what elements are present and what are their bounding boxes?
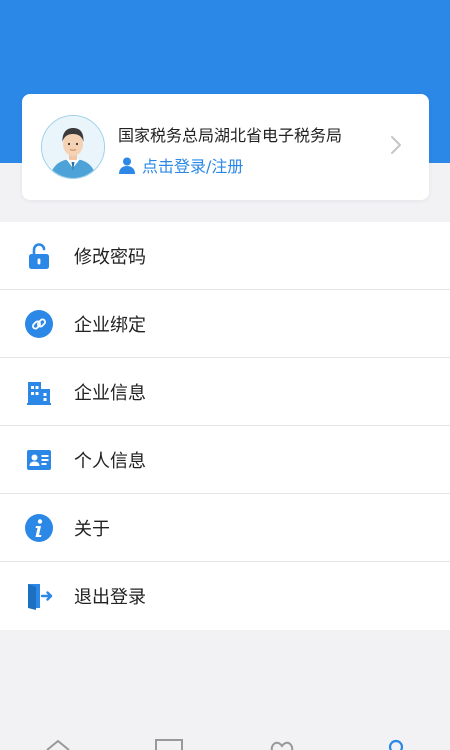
chevron-right-icon — [391, 136, 401, 154]
logout-icon — [24, 581, 54, 611]
link-icon — [24, 309, 54, 339]
info-icon — [24, 513, 54, 543]
building-icon — [24, 377, 54, 407]
heart-icon[interactable] — [268, 738, 296, 750]
profile-card[interactable]: 国家税务总局湖北省电子税务局 点击登录/注册 — [22, 94, 429, 200]
menu-item-change-password[interactable]: 修改密码 — [0, 222, 450, 290]
menu-item-about[interactable]: 关于 — [0, 494, 450, 562]
profile-title: 国家税务总局湖北省电子税务局 — [118, 126, 343, 145]
lock-icon — [24, 241, 54, 271]
user-avatar-icon — [41, 115, 105, 179]
menu-label: 修改密码 — [74, 246, 146, 268]
menu-item-enterprise-info[interactable]: 企业信息 — [0, 358, 450, 426]
menu-item-personal-info[interactable]: 个人信息 — [0, 426, 450, 494]
home-icon[interactable] — [44, 738, 72, 750]
menu-item-enterprise-binding[interactable]: 企业绑定 — [0, 290, 450, 358]
menu-label: 个人信息 — [74, 450, 146, 472]
monitor-icon[interactable] — [155, 738, 183, 750]
menu-item-logout[interactable]: 退出登录 — [0, 562, 450, 630]
user-icon[interactable] — [382, 738, 410, 750]
id-card-icon — [24, 445, 54, 475]
settings-menu: 修改密码 企业绑定 企业信息 个人信息 关于 退出登录 — [0, 222, 450, 630]
menu-label: 退出登录 — [74, 587, 146, 608]
menu-label: 关于 — [74, 518, 110, 540]
menu-label: 企业绑定 — [74, 314, 146, 336]
login-register-text: 点击登录/注册 — [142, 157, 244, 176]
bottom-navigation — [0, 738, 450, 750]
user-icon — [119, 157, 135, 174]
login-register-link[interactable]: 点击登录/注册 — [118, 154, 243, 176]
menu-label: 企业信息 — [74, 382, 146, 404]
